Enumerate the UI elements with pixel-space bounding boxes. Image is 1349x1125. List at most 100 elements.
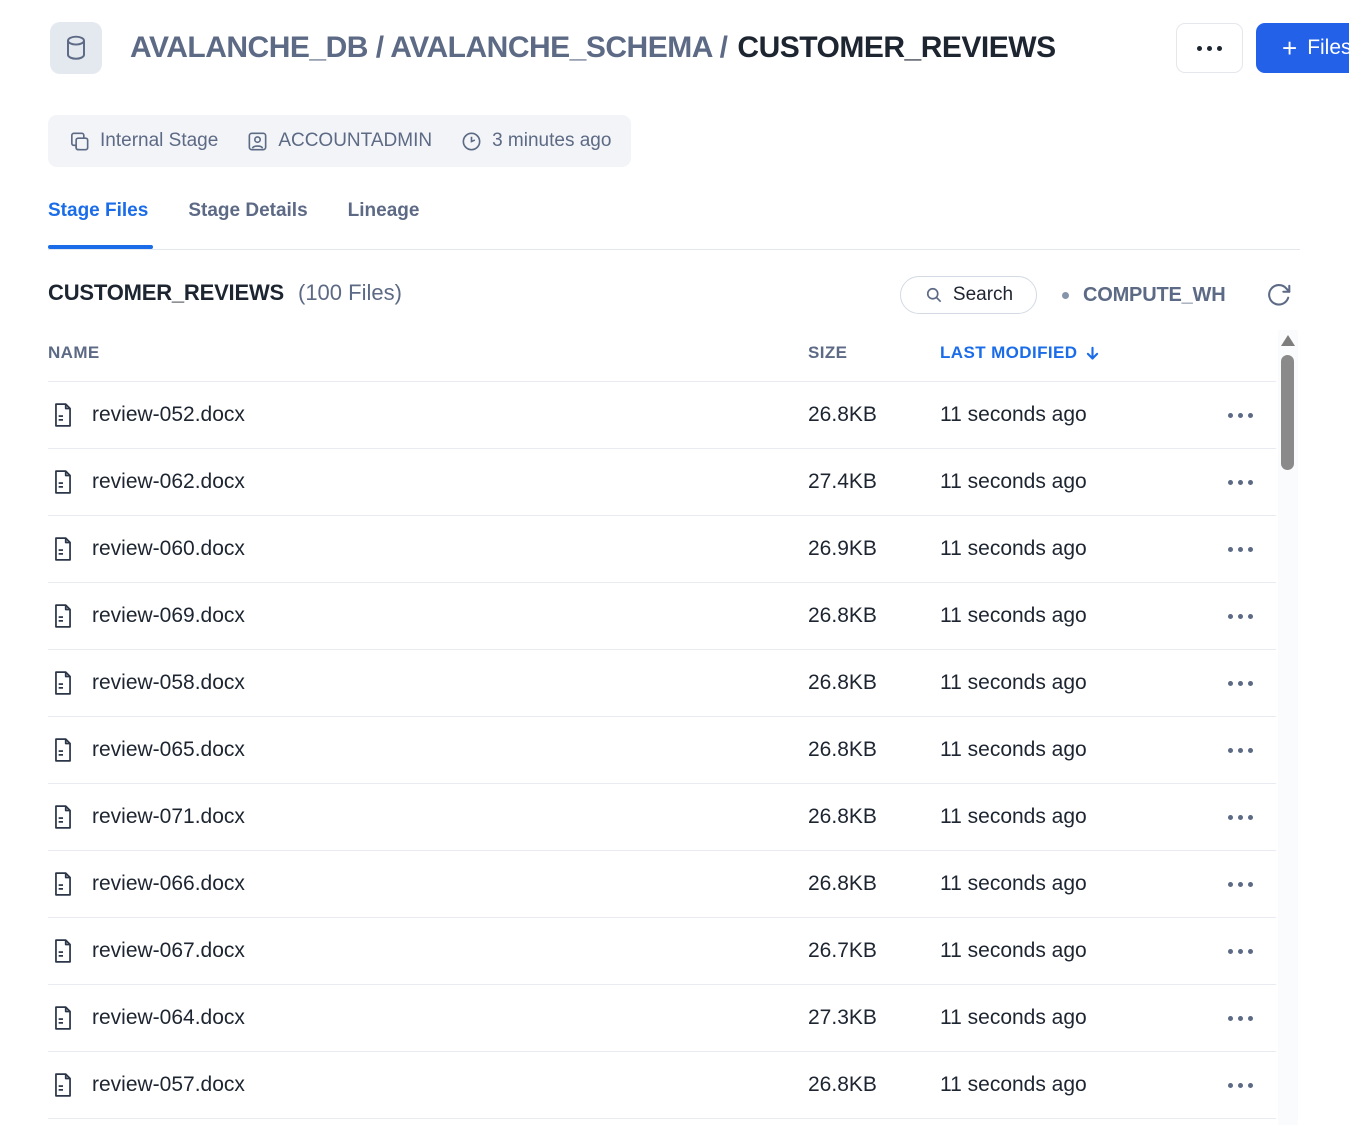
section-header: CUSTOMER_REVIEWS (100 Files) [48,280,402,306]
file-modified: 11 seconds ago [940,403,1087,426]
ellipsis-icon [1197,45,1202,51]
plus-icon: + [1282,33,1298,63]
file-size: 27.3KB [808,1006,877,1029]
file-count: (100 Files) [298,280,402,305]
ellipsis-icon [1227,613,1233,619]
file-modified: 11 seconds ago [940,671,1087,694]
file-name: review-060.docx [92,537,245,560]
file-modified: 11 seconds ago [940,470,1087,493]
table-row[interactable]: review-066.docx 26.8KB 11 seconds ago [48,850,1276,917]
warehouse-selector[interactable]: COMPUTE_WH [1062,276,1226,314]
file-name: review-064.docx [92,1006,245,1029]
scroll-up-arrow-icon[interactable] [1281,335,1295,346]
row-actions-button[interactable] [1216,531,1264,567]
table-row[interactable]: review-052.docx 26.8KB 11 seconds ago [48,381,1276,448]
table-row[interactable]: review-065.docx 26.8KB 11 seconds ago [48,716,1276,783]
arrow-down-icon [1087,346,1099,360]
scrollbar[interactable] [1278,330,1298,1125]
clock-icon [462,132,481,150]
warehouse-name: COMPUTE_WH [1083,283,1226,306]
more-actions-button[interactable] [1176,23,1243,73]
breadcrumb-prefix[interactable]: AVALANCHE_DB / AVALANCHE_SCHEMA / [130,31,728,65]
stage-type-label: Internal Stage [100,130,219,151]
column-header-last-modified[interactable]: LAST MODIFIED [940,343,1101,363]
ellipsis-icon [1227,814,1233,820]
file-name: review-071.docx [92,805,245,828]
file-size: 26.8KB [808,403,877,426]
list-bottom-divider [48,1118,1276,1119]
ellipsis-icon [1227,948,1233,954]
table-row[interactable]: review-064.docx 27.3KB 11 seconds ago [48,984,1276,1051]
file-size: 26.7KB [808,939,877,962]
file-name: review-057.docx [92,1073,245,1096]
tab-stage-files[interactable]: Stage Files [48,200,148,232]
file-size: 26.8KB [808,805,877,828]
breadcrumb: AVALANCHE_DB / AVALANCHE_SCHEMA / CUSTOM… [130,22,1056,74]
file-modified: 11 seconds ago [940,872,1087,895]
row-actions-button[interactable] [1216,397,1264,433]
document-icon [55,738,71,762]
add-files-button[interactable]: + Files [1256,23,1349,73]
file-modified: 11 seconds ago [940,805,1087,828]
table-row[interactable]: review-057.docx 26.8KB 11 seconds ago [48,1051,1276,1118]
row-actions-button[interactable] [1216,464,1264,500]
ellipsis-icon [1227,412,1233,418]
row-actions-button[interactable] [1216,665,1264,701]
file-modified: 11 seconds ago [940,1073,1087,1096]
row-actions-button[interactable] [1216,933,1264,969]
file-name: review-069.docx [92,604,245,627]
column-header-size[interactable]: SIZE [808,343,847,363]
document-icon [55,1073,71,1097]
file-size: 26.8KB [808,872,877,895]
search-label: Search [952,284,1014,305]
document-icon [55,1006,71,1030]
table-row[interactable]: review-071.docx 26.8KB 11 seconds ago [48,783,1276,850]
search-icon [926,287,942,303]
table-row[interactable]: review-058.docx 26.8KB 11 seconds ago [48,649,1276,716]
search-button[interactable]: Search [900,276,1037,314]
document-icon [55,872,71,896]
row-actions-button[interactable] [1216,799,1264,835]
table-row[interactable]: review-060.docx 26.9KB 11 seconds ago [48,515,1276,582]
file-size: 26.8KB [808,604,877,627]
document-icon [55,805,71,829]
updated-label: 3 minutes ago [492,130,612,151]
ellipsis-icon [1227,479,1233,485]
ellipsis-icon [1227,1015,1233,1021]
row-actions-button[interactable] [1216,1067,1264,1103]
stage-name-title: CUSTOMER_REVIEWS [48,280,284,305]
file-name: review-058.docx [92,671,245,694]
document-icon [55,537,71,561]
file-size: 26.8KB [808,738,877,761]
column-header-name[interactable]: NAME [48,343,100,363]
tab-lineage[interactable]: Lineage [348,200,420,232]
document-icon [55,939,71,963]
row-actions-button[interactable] [1216,732,1264,768]
refresh-button[interactable] [1264,280,1294,310]
row-actions-button[interactable] [1216,598,1264,634]
scrollbar-thumb[interactable] [1281,355,1294,470]
table-row[interactable]: review-069.docx 26.8KB 11 seconds ago [48,582,1276,649]
file-size: 26.8KB [808,671,877,694]
updated-badge: 3 minutes ago [460,130,611,153]
file-name: review-062.docx [92,470,245,493]
ellipsis-icon [1227,881,1233,887]
row-actions-button[interactable] [1216,866,1264,902]
document-icon [55,470,71,494]
tab-stage-details[interactable]: Stage Details [188,200,307,232]
row-actions-button[interactable] [1216,1000,1264,1036]
ellipsis-icon [1227,546,1233,552]
file-size: 26.8KB [808,1073,877,1096]
table-row[interactable]: review-067.docx 26.7KB 11 seconds ago [48,917,1276,984]
file-modified: 11 seconds ago [940,939,1087,962]
file-modified: 11 seconds ago [940,1006,1087,1029]
role-badge: ACCOUNTADMIN [246,130,432,153]
table-row[interactable]: review-062.docx 27.4KB 11 seconds ago [48,448,1276,515]
stage-icon [71,132,89,150]
page-title: CUSTOMER_REVIEWS [737,31,1056,64]
document-icon [55,403,71,427]
tabs-divider [48,249,1300,250]
ellipsis-icon [1227,680,1233,686]
ellipsis-icon [1227,1082,1233,1088]
file-name: review-067.docx [92,939,245,962]
